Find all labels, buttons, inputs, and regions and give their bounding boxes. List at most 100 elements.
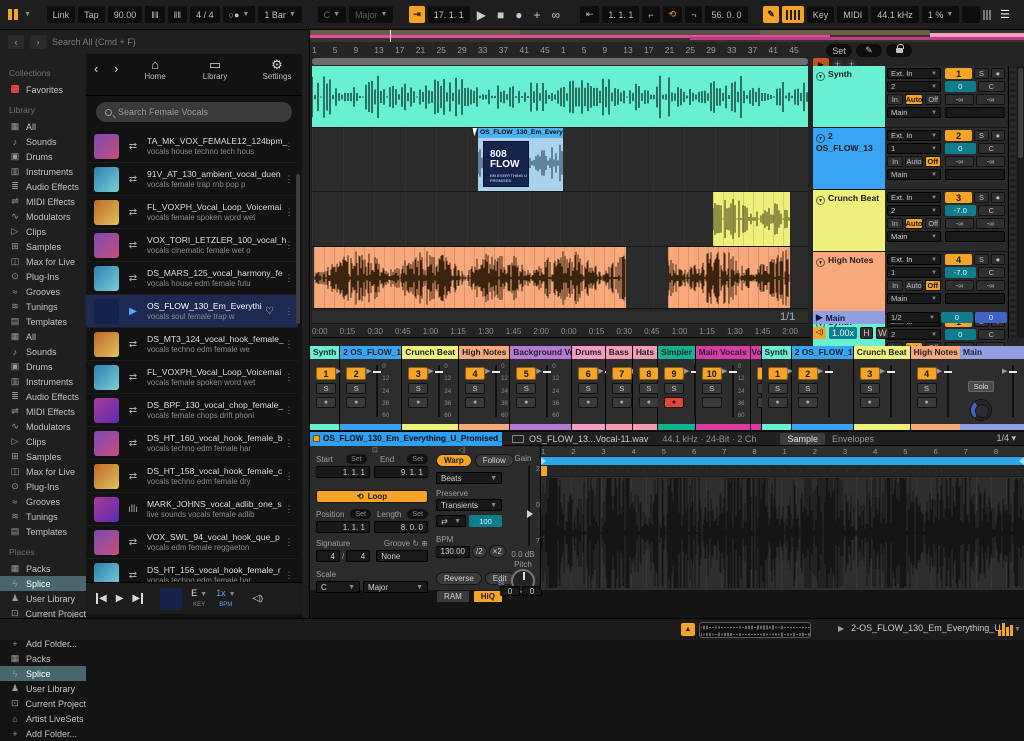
track-text-box[interactable] xyxy=(945,169,1005,180)
channel-arm-button[interactable]: ● xyxy=(664,397,684,408)
more-options-icon[interactable]: ⋮ xyxy=(284,240,294,251)
mixer-channel[interactable]: Crunch Beat 3 S ● ▶ 012243660 xyxy=(402,346,459,430)
splice-library-tab[interactable]: ▭Library xyxy=(198,58,232,81)
arrangement-vertical-scrollbar[interactable] xyxy=(1017,66,1024,338)
channel-solo-button[interactable]: S xyxy=(346,383,366,394)
more-options-icon[interactable]: ⋮ xyxy=(284,306,294,317)
sidebar-library-item[interactable]: ▤ Templates xyxy=(9,524,86,539)
loop-toggle-button[interactable]: ⟲Loop xyxy=(316,490,428,503)
computer-midi-keyboard-button[interactable] xyxy=(782,6,804,23)
scale-root-menu[interactable]: C▼ xyxy=(316,581,360,593)
preview-headphone-icon[interactable]: ◁) xyxy=(813,327,826,339)
monitor-off-button[interactable]: Off xyxy=(925,218,941,229)
channel-name[interactable]: Background Vox xyxy=(510,346,571,359)
track-text-box[interactable] xyxy=(945,107,1005,118)
track-volume-field[interactable]: 0 xyxy=(945,143,976,154)
channel-name[interactable]: Simpler xyxy=(658,346,695,359)
clip-tab[interactable]: OS_FLOW_130_Em_Everything_U_Promised_Voc… xyxy=(310,432,502,446)
sidebar-places-item[interactable]: ▦ Packs xyxy=(9,651,86,666)
mixer-channel[interactable]: Hats 8 S ● ▶ 012243660 xyxy=(633,346,658,430)
channel-arm-button[interactable] xyxy=(702,397,722,408)
sidebar-places-item[interactable]: ⌂ Artist LiveSets xyxy=(9,711,86,726)
sample-list-item[interactable]: ⇄ DS_HT_158_vocal_hook_female_c vocals t… xyxy=(86,460,298,493)
mixer-channel[interactable]: Drums 6 S ● ▶ 012243660 xyxy=(572,346,606,430)
channel-name[interactable]: Crunch Beat xyxy=(402,346,458,359)
seg-bpm-field[interactable]: 130.00 xyxy=(436,546,470,558)
solo-button[interactable]: S xyxy=(974,68,988,79)
bpm-rate-selector[interactable]: 1x▼ BPM xyxy=(216,589,235,609)
sample-loop-brace[interactable] xyxy=(541,457,1024,465)
arm-record-icon[interactable]: ● xyxy=(991,68,1005,79)
sidebar-library-item[interactable]: ◫ Max for Live xyxy=(9,254,86,269)
channel-arm-button[interactable]: ● xyxy=(798,397,818,408)
arm-record-icon[interactable]: ● xyxy=(991,130,1005,141)
channel-number-button[interactable]: 3 xyxy=(408,367,428,380)
channel-number-button[interactable]: 4 xyxy=(465,367,485,380)
input-routing-menu[interactable]: Ext. In▼ xyxy=(887,254,941,265)
track-arm-number-button[interactable]: 1 xyxy=(945,68,972,79)
channel-number-button[interactable]: 7 xyxy=(612,367,632,380)
mixer-channel[interactable]: High Notes 4 S ● ▶ 012243660 xyxy=(459,346,510,430)
quantize-menu[interactable]: 1 Bar▼ xyxy=(258,6,301,23)
menu-icon[interactable]: ☰ xyxy=(994,6,1016,23)
main-grid-menu[interactable]: 1/2▼ xyxy=(887,312,939,323)
loop-button[interactable]: ⟲ xyxy=(663,6,683,23)
groove-commit-icon[interactable]: ↻ xyxy=(412,539,419,548)
sidebar-library-item[interactable]: ▣ Drums xyxy=(9,149,86,164)
monitor-off-button[interactable]: Off xyxy=(925,280,941,291)
warning-icon[interactable]: ▲ xyxy=(681,623,695,636)
sidebar-library-item[interactable]: ⊙ Plug-Ins xyxy=(9,269,86,284)
more-options-icon[interactable]: ⋮ xyxy=(284,537,294,548)
sidebar-library-item[interactable]: ◫ Max for Live xyxy=(9,464,86,479)
sidebar-library-item[interactable]: ≣ Audio Effects xyxy=(9,179,86,194)
sidebar-library-item[interactable]: ▦ All xyxy=(9,119,86,134)
preview-toggle-icon[interactable]: ⇄ xyxy=(126,471,140,482)
monitor-off-button[interactable]: Off xyxy=(925,156,941,167)
loop-length-field[interactable]: 56. 0. 0 xyxy=(705,6,747,23)
audio-clip[interactable] xyxy=(713,192,790,246)
track-header[interactable]: ▼2 OS_FLOW_13 Ext. In▼ 1▼ In Auto Off Ma… xyxy=(813,128,1007,190)
key-selector[interactable]: E▼ KEY xyxy=(191,589,207,609)
mixer-channel[interactable]: Synth 1 S ● ▶ 012243660 xyxy=(310,346,340,430)
previous-sample-button[interactable]: ◀ xyxy=(96,593,107,604)
sidebar-library-item[interactable]: ≋ Tunings xyxy=(9,299,86,314)
link-button[interactable]: Link xyxy=(47,6,76,23)
arrangement-overview[interactable] xyxy=(310,30,1024,42)
channel-number-button[interactable]: 1 xyxy=(768,367,788,380)
scale-name-menu[interactable]: Major▼ xyxy=(349,6,393,23)
tap-tempo-button[interactable]: Tap xyxy=(78,6,105,23)
sample-list-item[interactable]: ⇄ DS_MARS_125_vocal_harmony_fe vocals ho… xyxy=(86,262,298,295)
preserve-menu[interactable]: Transients▼ xyxy=(436,499,502,511)
clip-grid-menu[interactable]: 1/4 ▾ xyxy=(996,433,1016,444)
loop-start-field[interactable]: 1. 1. 1 xyxy=(602,6,639,23)
input-channel-menu[interactable]: 1▼ xyxy=(887,267,941,278)
punch-in-button[interactable]: ⌐ xyxy=(642,6,659,23)
sidebar-places-item[interactable]: ▦ Packs xyxy=(9,561,86,576)
mixer-channel[interactable]: Synth 1 S ● ▶ xyxy=(762,346,792,430)
track-header[interactable]: ▼High Notes Ext. In▼ 1▼ In Auto Off Main… xyxy=(813,252,1007,314)
channel-number-button[interactable]: 2 xyxy=(346,367,366,380)
sidebar-library-item[interactable]: ♪ Sounds xyxy=(9,344,86,359)
output-routing-menu[interactable]: Main▼ xyxy=(887,231,941,242)
sidebar-library-item[interactable]: ≈ Grooves xyxy=(9,284,86,299)
channel-number-button[interactable]: 5 xyxy=(516,367,536,380)
browser-search-placeholder[interactable]: Search All (Cmd + F) xyxy=(52,37,136,47)
clip-start-field[interactable]: 1. 1. 1 xyxy=(316,466,370,478)
fold-track-icon[interactable]: ▼ xyxy=(816,196,825,205)
volume-fader[interactable] xyxy=(546,365,548,417)
draw-automation-icon[interactable]: ✎ xyxy=(856,44,882,57)
channel-number-button[interactable]: 1 xyxy=(316,367,336,380)
sidebar-library-item[interactable]: ⊞ Samples xyxy=(9,239,86,254)
preview-toggle-icon[interactable]: ⇄ xyxy=(126,405,140,416)
track-pan-field[interactable]: C xyxy=(978,81,1005,92)
favorite-heart-icon[interactable]: ♡ xyxy=(265,306,277,317)
preview-toggle-icon[interactable]: ⇄ xyxy=(126,207,140,218)
more-options-icon[interactable]: ⋮ xyxy=(284,570,294,581)
transient-loop-mode-menu[interactable]: ⇄▼ xyxy=(436,515,466,527)
channel-solo-button[interactable]: S xyxy=(798,383,818,394)
fold-track-icon[interactable]: ▼ xyxy=(816,258,825,267)
input-channel-menu[interactable]: 1▼ xyxy=(887,143,941,154)
splice-list-scrollbar[interactable] xyxy=(296,174,300,324)
more-options-icon[interactable]: ⋮ xyxy=(284,438,294,449)
audio-clip[interactable] xyxy=(668,247,790,308)
